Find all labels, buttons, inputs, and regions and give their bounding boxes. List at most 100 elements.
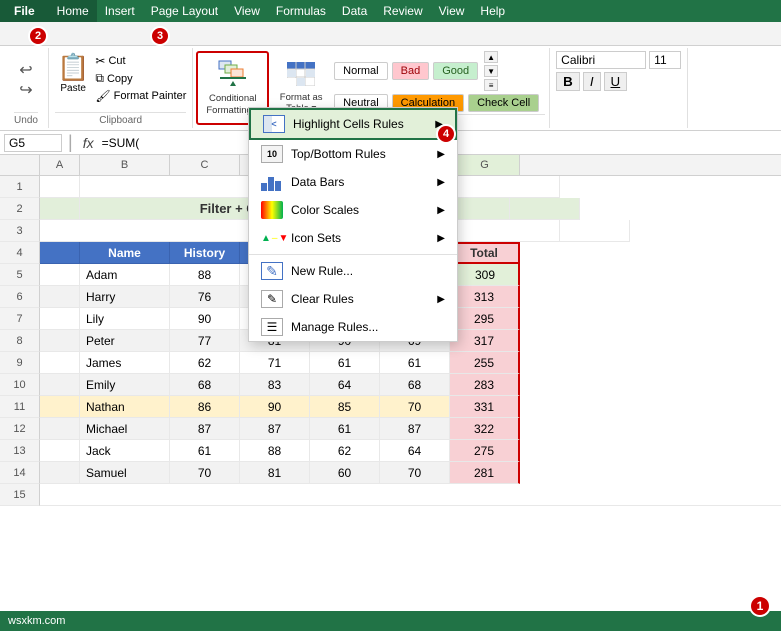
cell-physics-13[interactable]: 88: [240, 440, 310, 462]
cell-name-13[interactable]: Jack: [80, 440, 170, 462]
cell-total-7[interactable]: 295: [450, 308, 520, 330]
cell-physics-8[interactable]: 81: [240, 330, 310, 352]
menu-formulas[interactable]: Formulas: [268, 0, 334, 22]
cell-physics-10[interactable]: 83: [240, 374, 310, 396]
cell-b3[interactable]: [40, 220, 560, 242]
conditional-formatting-button[interactable]: ConditionalFormatting ▾: [196, 51, 269, 125]
cell-biology-8[interactable]: 90: [310, 330, 380, 352]
cell-a6[interactable]: [40, 286, 80, 308]
cell-total-10[interactable]: 283: [450, 374, 520, 396]
paste-button[interactable]: 📋 Paste: [55, 50, 91, 96]
cell-math-10[interactable]: 68: [380, 374, 450, 396]
cell-name-12[interactable]: Michael: [80, 418, 170, 440]
undo-button[interactable]: ↩: [12, 61, 40, 79]
cell-math-12[interactable]: 87: [380, 418, 450, 440]
cell-a9[interactable]: [40, 352, 80, 374]
cell-physics-9[interactable]: 71: [240, 352, 310, 374]
cell-a4[interactable]: [40, 242, 80, 264]
header-name[interactable]: Name: [80, 242, 170, 264]
cell-g3[interactable]: [560, 220, 630, 242]
cell-physics-7[interactable]: 73: [240, 308, 310, 330]
bold-button[interactable]: B: [556, 72, 580, 91]
cell-math-13[interactable]: 64: [380, 440, 450, 462]
cell-history-10[interactable]: 68: [170, 374, 240, 396]
style-neutral[interactable]: Neutral: [334, 94, 387, 112]
cell-name-11[interactable]: Nathan: [80, 396, 170, 418]
cell-a7[interactable]: [40, 308, 80, 330]
styles-scroll-more[interactable]: ≡: [484, 79, 498, 91]
cell-history-13[interactable]: 61: [170, 440, 240, 462]
style-bad[interactable]: Bad: [392, 62, 430, 80]
cell-name-8[interactable]: Peter: [80, 330, 170, 352]
cell-total-14[interactable]: 281: [450, 462, 520, 484]
cell-a8[interactable]: [40, 330, 80, 352]
header-history[interactable]: History: [170, 242, 240, 264]
title-cell[interactable]: Filter + Conditional Formatting: [80, 198, 510, 220]
cell-physics-6[interactable]: 77: [240, 286, 310, 308]
cell-history-12[interactable]: 87: [170, 418, 240, 440]
cell-a14[interactable]: [40, 462, 80, 484]
cell-biology-7[interactable]: 69: [310, 308, 380, 330]
cell-total-8[interactable]: 317: [450, 330, 520, 352]
cell-a10[interactable]: [40, 374, 80, 396]
cell-math-6[interactable]: 86: [380, 286, 450, 308]
cell-name-14[interactable]: Samuel: [80, 462, 170, 484]
cell-math-11[interactable]: 70: [380, 396, 450, 418]
cell-history-11[interactable]: 86: [170, 396, 240, 418]
menu-view[interactable]: View: [226, 0, 268, 22]
cell-reference[interactable]: [4, 134, 62, 152]
cell-total-5[interactable]: 309: [450, 264, 520, 286]
cell-physics-5[interactable]: 72: [240, 264, 310, 286]
cell-biology-14[interactable]: 60: [310, 462, 380, 484]
menu-file[interactable]: File: [0, 0, 49, 22]
font-name-input[interactable]: [556, 51, 646, 69]
font-size-input[interactable]: [649, 51, 681, 69]
underline-button[interactable]: U: [604, 72, 628, 91]
cut-button[interactable]: ✂ Cut: [95, 54, 186, 68]
cell-biology-12[interactable]: 61: [310, 418, 380, 440]
cell-history-9[interactable]: 62: [170, 352, 240, 374]
menu-help[interactable]: Help: [472, 0, 513, 22]
italic-button[interactable]: I: [583, 72, 601, 91]
cell-total-9[interactable]: 255: [450, 352, 520, 374]
cell-name-7[interactable]: Lily: [80, 308, 170, 330]
cell-a13[interactable]: [40, 440, 80, 462]
cell-total-11[interactable]: 331: [450, 396, 520, 418]
cell-biology-5[interactable]: 71: [310, 264, 380, 286]
cell-history-5[interactable]: 88: [170, 264, 240, 286]
cell-history-14[interactable]: 70: [170, 462, 240, 484]
cell-b1[interactable]: [80, 176, 560, 198]
cell-g2[interactable]: [510, 198, 580, 220]
cell-total-13[interactable]: 275: [450, 440, 520, 462]
cell-name-10[interactable]: Emily: [80, 374, 170, 396]
menu-review[interactable]: Review: [375, 0, 430, 22]
style-check-cell[interactable]: Check Cell: [468, 94, 539, 112]
cell-history-8[interactable]: 77: [170, 330, 240, 352]
cell-a2[interactable]: [40, 198, 80, 220]
style-normal[interactable]: Normal: [334, 62, 387, 80]
menu-home[interactable]: Home: [49, 0, 97, 22]
menu-data[interactable]: Data: [334, 0, 375, 22]
cell-math-9[interactable]: 61: [380, 352, 450, 374]
header-physics[interactable]: Physics: [240, 242, 310, 264]
menu-view2[interactable]: View: [431, 0, 473, 22]
styles-scroll-down[interactable]: ▼: [484, 65, 498, 77]
cell-biology-10[interactable]: 64: [310, 374, 380, 396]
cell-name-6[interactable]: Harry: [80, 286, 170, 308]
cell-math-7[interactable]: 63: [380, 308, 450, 330]
cell-biology-13[interactable]: 62: [310, 440, 380, 462]
cell-a12[interactable]: [40, 418, 80, 440]
cell-biology-11[interactable]: 85: [310, 396, 380, 418]
cell-math-8[interactable]: 69: [380, 330, 450, 352]
format-painter-button[interactable]: 🖌 Format Painter: [95, 89, 186, 103]
menu-insert[interactable]: Insert: [97, 0, 143, 22]
menu-page-layout[interactable]: Page Layout: [143, 0, 226, 22]
format-as-table-button[interactable]: Format asTable ▾: [272, 48, 330, 128]
header-biology[interactable]: Biology: [310, 242, 380, 264]
cell-a5[interactable]: [40, 264, 80, 286]
cell-15[interactable]: [40, 484, 781, 506]
header-math[interactable]: Math: [380, 242, 450, 264]
cell-math-5[interactable]: 67: [380, 264, 450, 286]
cell-a1[interactable]: [40, 176, 80, 198]
cell-physics-11[interactable]: 90: [240, 396, 310, 418]
